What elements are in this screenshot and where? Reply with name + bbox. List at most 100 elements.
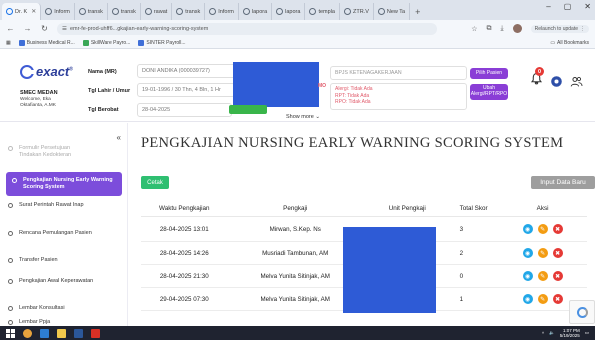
users-icon[interactable] bbox=[570, 75, 583, 88]
site-info-icon[interactable]: ☰ bbox=[62, 26, 67, 32]
maximize-icon[interactable]: ▢ bbox=[564, 2, 572, 11]
notification-button[interactable]: 0 bbox=[530, 67, 544, 90]
sidebar-item-label: Pengkajian Nursing Early Warning Scoring… bbox=[23, 177, 113, 191]
edit-icon[interactable]: ✎ bbox=[537, 224, 548, 234]
forward-icon[interactable]: → bbox=[23, 24, 32, 33]
relaunch-update-button[interactable]: Relaunch to update ⋮ bbox=[530, 24, 589, 33]
browser-tab[interactable]: Inform bbox=[41, 3, 75, 20]
close-tab-icon[interactable]: ✕ bbox=[31, 8, 36, 15]
bookmark-item[interactable]: Business Medical R... bbox=[18, 39, 75, 46]
browser-tab[interactable]: transk bbox=[108, 3, 141, 20]
clock[interactable]: 1:07 PM 5/19/2025 bbox=[560, 328, 580, 338]
tab-label: transk bbox=[87, 8, 103, 15]
minimize-icon[interactable]: – bbox=[546, 2, 550, 11]
chrome-taskbar-icon[interactable] bbox=[23, 328, 32, 338]
delete-icon[interactable]: ✖ bbox=[552, 224, 563, 234]
browser-tab[interactable]: rawat bbox=[141, 3, 173, 20]
app-header: exact® SMEC MEDAN Welcome, Eka Oktafiant… bbox=[0, 50, 595, 122]
cell-waktu: 29-04-2025 07:30 bbox=[141, 287, 228, 311]
tray-chevron-icon[interactable]: ^ bbox=[542, 331, 544, 336]
extensions-icon[interactable]: ⧉ bbox=[487, 25, 492, 33]
delete-icon[interactable]: ✖ bbox=[552, 248, 563, 258]
sidebar-item[interactable]: Surat Perintah Rawat Inap bbox=[8, 202, 120, 209]
browser-tab[interactable]: templa bbox=[305, 3, 340, 20]
browser-tab[interactable]: Dr. K ✕ bbox=[2, 3, 42, 20]
bookmark-label: SINTER Payroll... bbox=[146, 39, 186, 46]
browser-tab[interactable]: ZTR.V bbox=[340, 3, 374, 20]
sidebar-item-label: Lembar Konsultasi bbox=[19, 305, 65, 311]
cell-aksi: ◉ ✎ ✖ bbox=[498, 216, 587, 242]
edit-icon[interactable]: ✎ bbox=[537, 248, 548, 258]
new-tab-button[interactable]: + bbox=[410, 3, 425, 20]
apps-grid-icon[interactable]: ▦ bbox=[6, 40, 11, 46]
sidebar-item-text: Pengkajian Awal Keperawatan bbox=[19, 278, 93, 285]
window-controls: – ▢ ✕ bbox=[546, 2, 591, 11]
edit-icon[interactable]: ✎ bbox=[537, 271, 548, 281]
bookmark-favicon-icon bbox=[138, 39, 145, 46]
tab-label: Inform bbox=[54, 8, 70, 15]
chevron-down-icon: ⌄ bbox=[315, 114, 320, 120]
bookmark-item[interactable]: SINTER Payroll... bbox=[138, 39, 186, 46]
notification-center-icon[interactable]: ▭ bbox=[585, 330, 589, 336]
word-taskbar-icon[interactable] bbox=[74, 328, 83, 338]
ubah-alergi-button[interactable]: Ubah Alergi/RPT/RPO bbox=[470, 84, 508, 100]
view-icon[interactable]: ◉ bbox=[522, 294, 533, 304]
tab-favicon-icon bbox=[6, 8, 13, 15]
collapse-sidebar-icon[interactable]: « bbox=[117, 133, 121, 142]
logo-mark-icon bbox=[20, 64, 35, 79]
browser-tab[interactable]: lapora bbox=[272, 3, 306, 20]
sidebar-item-text: Surat Perintah Rawat Inap bbox=[19, 202, 84, 209]
label-tgl-berobat: Tgl Berobat bbox=[88, 107, 119, 113]
reload-icon[interactable]: ↻ bbox=[40, 24, 49, 33]
pilih-pasien-button[interactable]: Pilih Pasien bbox=[470, 68, 508, 79]
sidebar-item[interactable]: Pengkajian Nursing Early Warning Scoring… bbox=[6, 172, 122, 197]
sidebar-nav: « Formulir Persetujuan Tindakan Kedoktera… bbox=[0, 123, 128, 326]
ubah-alergi-label: Ubah Alergi/RPT/RPO bbox=[470, 85, 508, 97]
browser-tab[interactable]: lapora bbox=[239, 3, 273, 20]
input-data-baru-label: Input Data Baru bbox=[540, 179, 586, 186]
sidebar-item[interactable]: Pengkajian Awal Keperawatan bbox=[8, 278, 120, 285]
view-icon[interactable]: ◉ bbox=[522, 224, 533, 234]
sidebar-item[interactable]: Lembar Konsultasi bbox=[8, 305, 120, 312]
browser-tab[interactable]: transk bbox=[172, 3, 206, 20]
windows-start-icon[interactable] bbox=[6, 328, 15, 338]
settings-badge-icon[interactable] bbox=[550, 75, 563, 88]
file-explorer-icon[interactable] bbox=[57, 328, 66, 338]
label-nama: Nama (MR) bbox=[88, 69, 117, 75]
sidebar-item[interactable]: Formulir Persetujuan Tindakan Kedokteran bbox=[8, 145, 120, 159]
menu-dots-icon: ⋮ bbox=[580, 25, 585, 32]
sidebar-item[interactable]: Transfer Pasien bbox=[8, 257, 120, 264]
browser-tab[interactable]: transk bbox=[75, 3, 108, 20]
pdf-taskbar-icon[interactable] bbox=[91, 328, 100, 338]
view-icon[interactable]: ◉ bbox=[522, 271, 533, 281]
bpjs-field: BPJS KETENAGAKERJAAN bbox=[330, 66, 467, 80]
delete-icon[interactable]: ✖ bbox=[552, 271, 563, 281]
download-icon[interactable]: ⤓ bbox=[501, 25, 504, 33]
delete-icon[interactable]: ✖ bbox=[552, 294, 563, 304]
app-taskbar-icon[interactable] bbox=[40, 328, 49, 338]
browser-tab[interactable]: New Ta bbox=[374, 3, 411, 20]
tab-favicon-icon bbox=[343, 8, 351, 15]
edit-icon[interactable]: ✎ bbox=[537, 294, 548, 304]
all-bookmarks-button[interactable]: ▭ All Bookmarks bbox=[550, 40, 589, 46]
browser-tab[interactable]: Inform bbox=[205, 3, 239, 20]
tab-favicon-icon bbox=[144, 8, 152, 15]
browser-toolbar: ← → ↻ ☰ emr-fe-prod-uhff6...gkajian-earl… bbox=[0, 20, 595, 37]
recaptcha-badge[interactable] bbox=[569, 300, 595, 324]
close-window-icon[interactable]: ✕ bbox=[584, 2, 591, 11]
all-bookmarks-label: All Bookmarks bbox=[557, 39, 589, 46]
back-icon[interactable]: ← bbox=[6, 24, 15, 33]
profile-avatar[interactable] bbox=[512, 24, 522, 33]
cetak-button[interactable]: Cetak bbox=[141, 176, 169, 189]
input-data-baru-button[interactable]: Input Data Baru bbox=[531, 176, 595, 189]
sidebar-item-text: Rencana Pemulangan Pasien bbox=[19, 230, 92, 237]
volume-icon[interactable]: 🔈 bbox=[549, 330, 555, 336]
show-more-link[interactable]: Show more ⌄ bbox=[286, 114, 320, 120]
show-more-label: Show more bbox=[286, 114, 314, 120]
view-icon[interactable]: ◉ bbox=[522, 248, 533, 258]
address-bar[interactable]: ☰ emr-fe-prod-uhff6...gkajian-early-warn… bbox=[57, 22, 437, 35]
star-icon[interactable]: ☆ bbox=[471, 25, 477, 33]
sidebar-item[interactable]: Rencana Pemulangan Pasien bbox=[8, 230, 120, 237]
tab-label: New Ta bbox=[386, 8, 406, 15]
bookmark-item[interactable]: SkillWare Payro... bbox=[82, 39, 130, 46]
